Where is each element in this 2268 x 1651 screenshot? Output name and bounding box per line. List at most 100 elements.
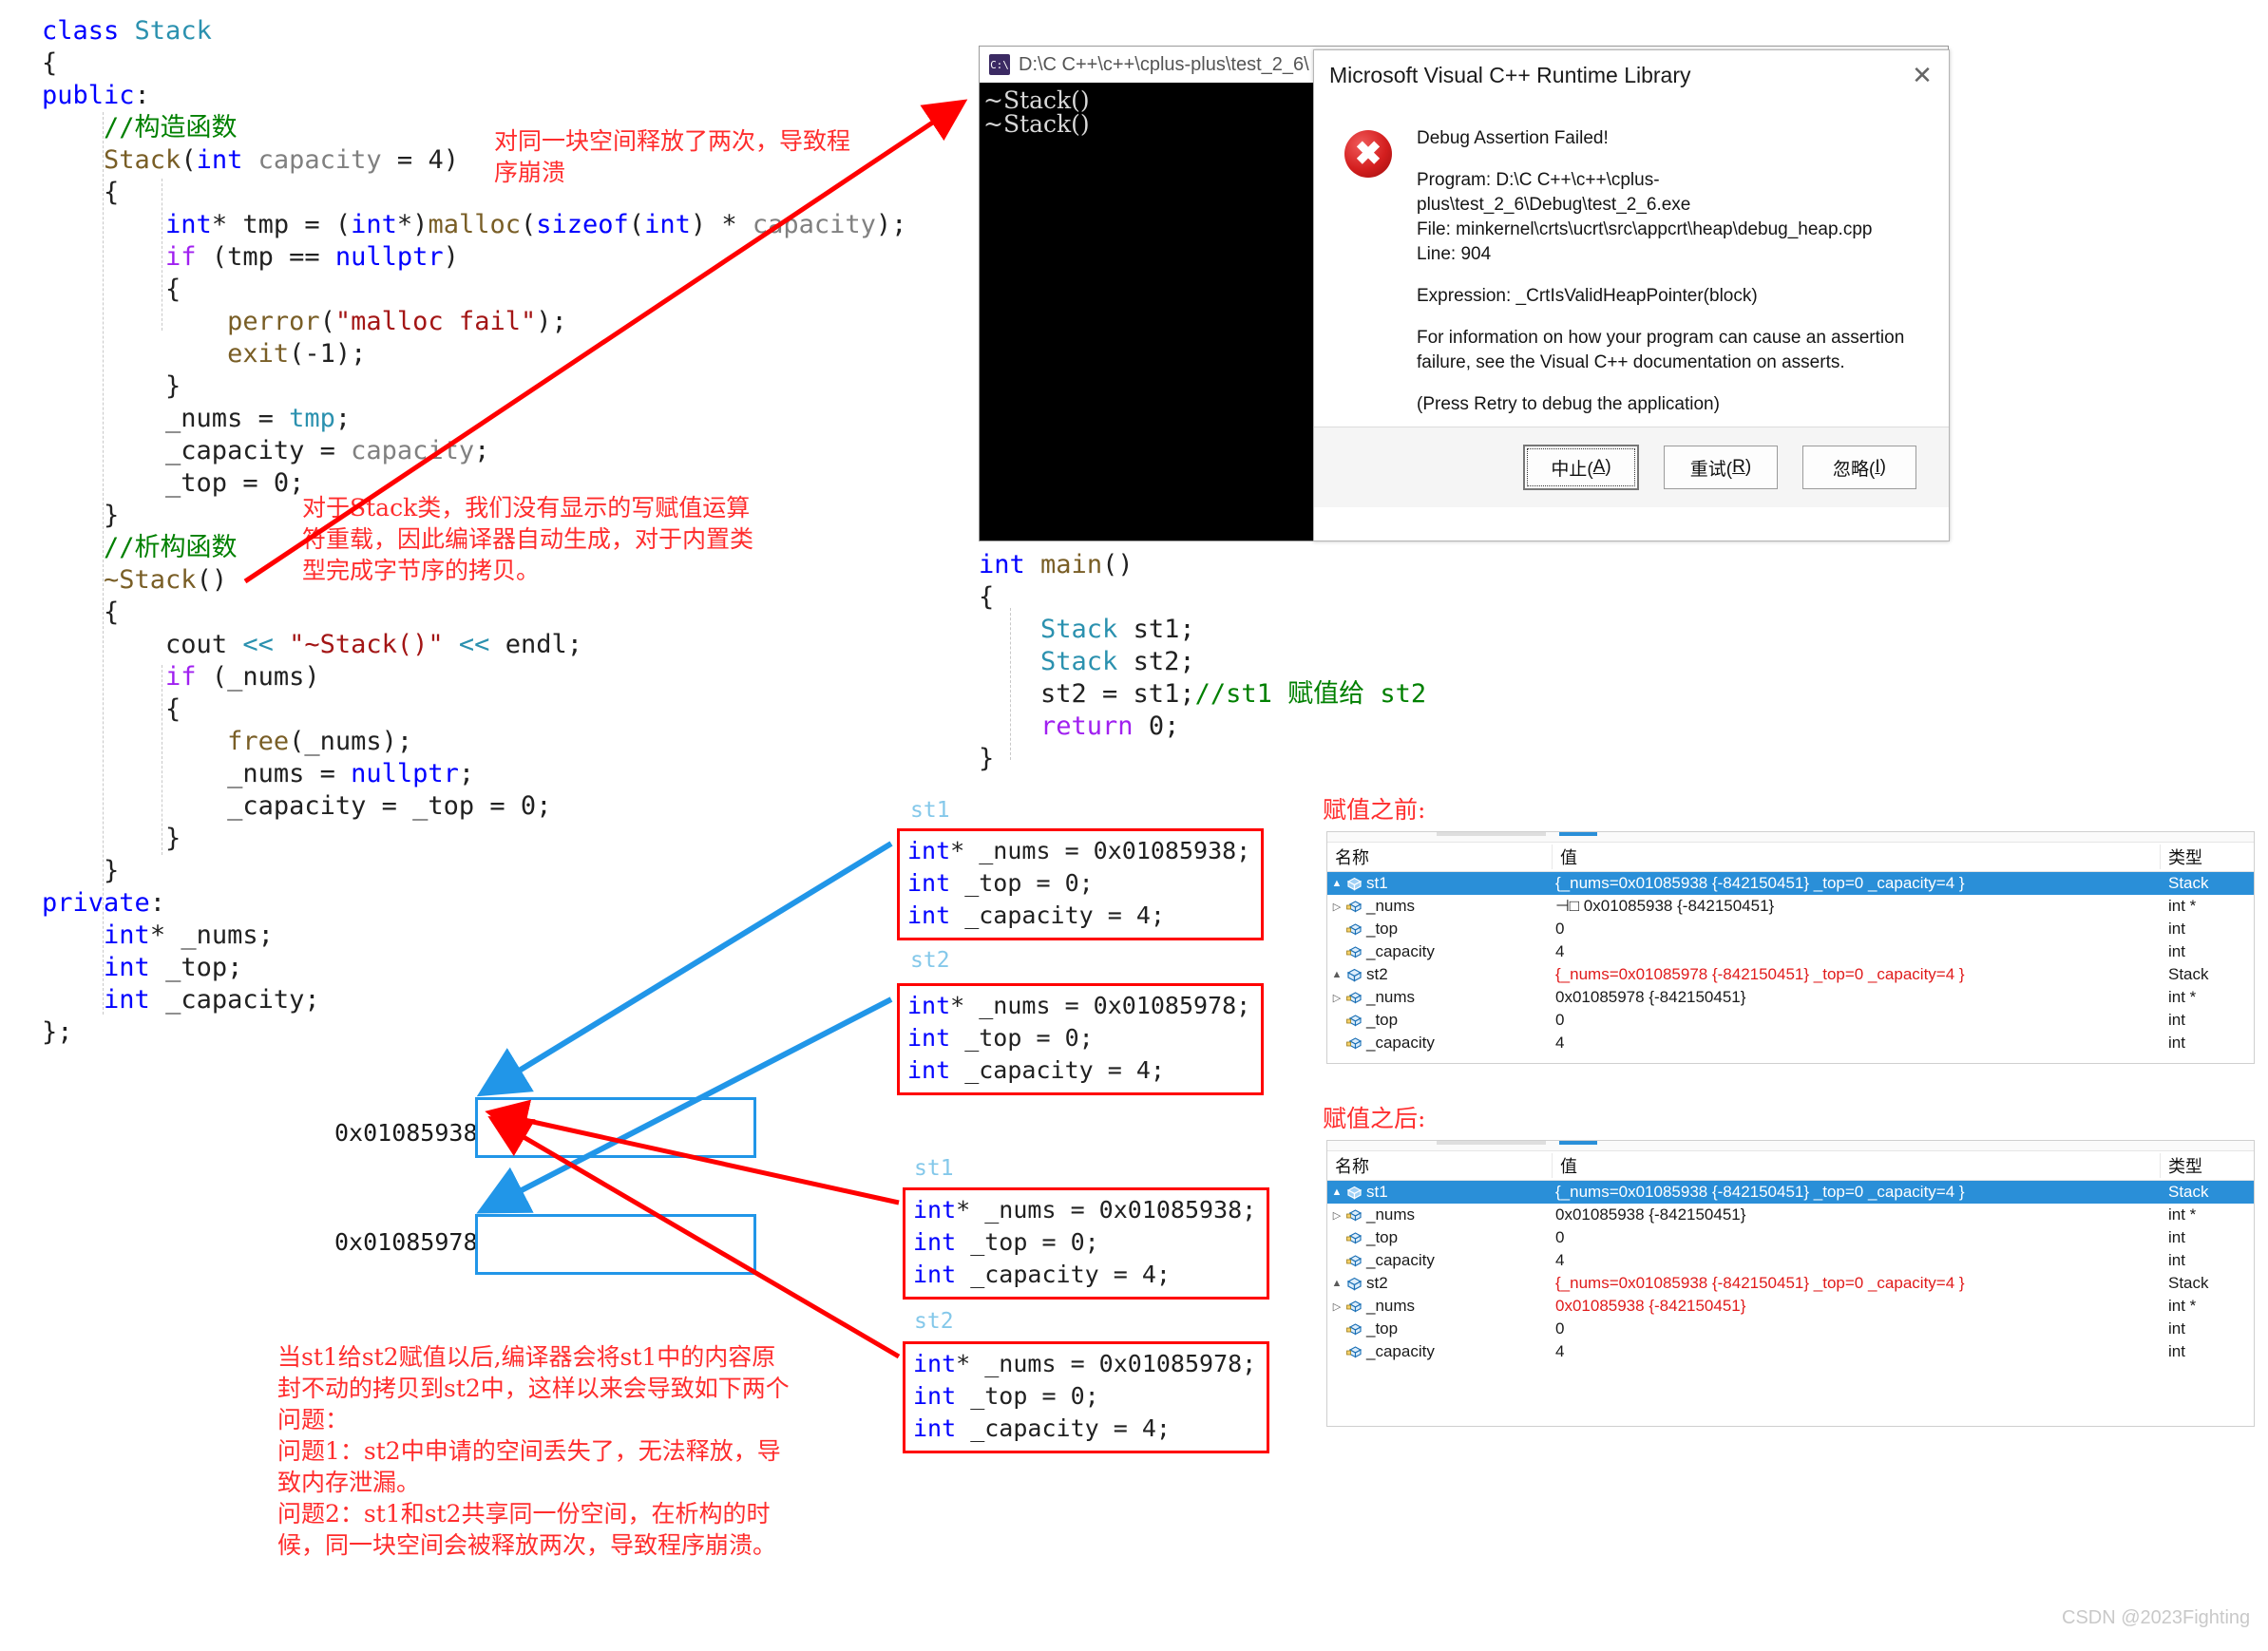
watch-row-value[interactable]: 4 bbox=[1548, 1251, 2168, 1270]
watch-after-caption: 赋值之后: bbox=[1323, 1105, 1426, 1132]
watch-row-value[interactable]: {_nums=0x01085938 {-842150451} _top=0 _c… bbox=[1548, 874, 2168, 893]
code-line: Stack st2; bbox=[1040, 647, 1195, 676]
watch-row[interactable]: _capacity 4 int bbox=[1327, 940, 2254, 963]
abort-button[interactable]: 中止(A) bbox=[1523, 445, 1639, 490]
watch-row[interactable]: _capacity 4 int bbox=[1327, 1032, 2254, 1054]
struct-icon bbox=[1346, 1277, 1363, 1291]
watch-row[interactable]: _top 0 int bbox=[1327, 1009, 2254, 1032]
watch-col-name[interactable]: 名称 bbox=[1327, 844, 1553, 869]
watch-row[interactable]: ▷ _nums ⊣□ 0x01085938 {-842150451} int * bbox=[1327, 895, 2254, 918]
watch-row-name: _capacity bbox=[1366, 1251, 1435, 1269]
code-line: _nums = nullptr; bbox=[42, 759, 475, 788]
watch-row-type: int bbox=[2168, 1228, 2185, 1246]
code-line: int _capacity = 4; bbox=[913, 1414, 1171, 1442]
expander-triangle-icon[interactable]: ▷ bbox=[1331, 901, 1343, 913]
watch-row[interactable]: ▲ st1 {_nums=0x01085938 {-842150451} _top=… bbox=[1327, 1181, 2254, 1204]
code-line: _nums = tmp; bbox=[42, 404, 352, 433]
code-line: int* _nums; bbox=[104, 920, 274, 950]
runtime-error-dialog[interactable]: Microsoft Visual C++ Runtime Library ✕ ✖… bbox=[1313, 49, 1950, 541]
expander-triangle-icon[interactable]: ▲ bbox=[1331, 969, 1343, 980]
watch-col-type[interactable]: 类型 bbox=[2161, 844, 2254, 869]
code-line: } bbox=[979, 744, 995, 773]
watch-row-value[interactable]: 0 bbox=[1548, 1228, 2168, 1247]
watch-window-after[interactable]: 名称 值 类型 ▲ st1 {_nums=0x01085938 {-84215045… bbox=[1326, 1140, 2255, 1427]
watch-row[interactable]: ▷ _nums 0x01085938 {-842150451} int * bbox=[1327, 1204, 2254, 1226]
watch-row[interactable]: ▲ st2 {_nums=0x01085938 {-842150451} _top=… bbox=[1327, 1272, 2254, 1295]
watch-row-type: int bbox=[2168, 920, 2185, 938]
struct-icon bbox=[1346, 1186, 1363, 1200]
watch-row[interactable]: _top 0 int bbox=[1327, 1318, 2254, 1340]
code-line: class Stack bbox=[42, 16, 212, 46]
watch-row-value[interactable]: 4 bbox=[1548, 1034, 2168, 1053]
expander-triangle-icon[interactable]: ▷ bbox=[1331, 1209, 1343, 1222]
expander-triangle-icon[interactable]: ▲ bbox=[1331, 1278, 1343, 1289]
watch-row-value[interactable]: 0x01085978 {-842150451} bbox=[1548, 988, 2168, 1007]
annotation-double-free: 对同一块空间释放了两次，导致程 序崩溃 bbox=[494, 127, 851, 186]
code-line: { bbox=[42, 694, 181, 724]
code-line: int* _nums = 0x01085938; bbox=[913, 1196, 1257, 1224]
watch-before-caption: 赋值之前: bbox=[1323, 796, 1426, 824]
watch-row-type: int * bbox=[2168, 1297, 2197, 1315]
watch-row-value[interactable]: 0x01085938 {-842150451} bbox=[1548, 1297, 2168, 1316]
ignore-button[interactable]: 忽略(I) bbox=[1802, 446, 1916, 489]
watch-col-value[interactable]: 值 bbox=[1553, 844, 2161, 869]
watch-col-name[interactable]: 名称 bbox=[1327, 1153, 1553, 1178]
watch-row-value[interactable]: 4 bbox=[1548, 942, 2168, 961]
watch-row[interactable]: _top 0 int bbox=[1327, 1226, 2254, 1249]
watch-row-name: _top bbox=[1366, 1011, 1399, 1029]
watch-row[interactable]: ▲ st2 {_nums=0x01085978 {-842150451} _top=… bbox=[1327, 963, 2254, 986]
retry-button[interactable]: 重试(R) bbox=[1664, 446, 1778, 489]
watch-row-name: _capacity bbox=[1366, 1034, 1435, 1052]
watch-row-value[interactable]: {_nums=0x01085938 {-842150451} _top=0 _c… bbox=[1548, 1274, 2168, 1293]
watch-row-name: _top bbox=[1366, 920, 1399, 938]
field-icon bbox=[1346, 1036, 1363, 1049]
watch-row-value[interactable]: 0 bbox=[1548, 1011, 2168, 1030]
code-line: _capacity = capacity; bbox=[42, 436, 490, 465]
expander-triangle-icon[interactable]: ▷ bbox=[1331, 992, 1343, 1004]
watch-col-value[interactable]: 值 bbox=[1553, 1153, 2161, 1178]
watch-row[interactable]: ▷ _nums 0x01085938 {-842150451} int * bbox=[1327, 1295, 2254, 1318]
struct-box-label-st1-before: st1 bbox=[910, 798, 950, 823]
watch-row-value[interactable]: 0 bbox=[1548, 1319, 2168, 1338]
watch-tab-strip-after[interactable] bbox=[1327, 1141, 2254, 1151]
watch-col-type[interactable]: 类型 bbox=[2161, 1153, 2254, 1178]
code-line: int _top = 0; bbox=[913, 1228, 1099, 1256]
watch-row-value[interactable]: 0 bbox=[1548, 920, 2168, 939]
dialog-program-line: Program: D:\C C++\c++\cplus-plus\test_2_… bbox=[1417, 170, 1691, 215]
code-line: exit(-1); bbox=[227, 339, 367, 369]
watermark: CSDN @2023Fighting bbox=[2062, 1607, 2251, 1628]
watch-row[interactable]: _capacity 4 int bbox=[1327, 1249, 2254, 1272]
dialog-title-bar[interactable]: Microsoft Visual C++ Runtime Library ✕ bbox=[1314, 50, 1949, 100]
struct-icon bbox=[1346, 877, 1363, 891]
watch-header-after: 名称 值 类型 bbox=[1327, 1151, 2254, 1181]
watch-row[interactable]: _capacity 4 int bbox=[1327, 1340, 2254, 1363]
watch-row-type: int * bbox=[2168, 897, 2197, 915]
watch-row-value[interactable]: {_nums=0x01085938 {-842150451} _top=0 _c… bbox=[1548, 1183, 2168, 1202]
watch-row-value[interactable]: 0x01085938 {-842150451} bbox=[1548, 1205, 2168, 1224]
watch-window-before[interactable]: 名称 值 类型 ▲ st1 {_nums=0x01085938 {-84215045… bbox=[1326, 831, 2255, 1064]
watch-row[interactable]: ▲ st1 {_nums=0x01085938 {-842150451} _top=… bbox=[1327, 872, 2254, 895]
dialog-expression: Expression: _CrtIsValidHeapPointer(block… bbox=[1417, 286, 1758, 306]
watch-row-value[interactable]: {_nums=0x01085978 {-842150451} _top=0 _c… bbox=[1548, 965, 2168, 984]
struct-icon bbox=[1346, 968, 1363, 982]
code-line: int* tmp = (int*)malloc(sizeof(int) * ca… bbox=[165, 210, 907, 239]
watch-row-type: int bbox=[2168, 1342, 2185, 1360]
watch-row-value[interactable]: ⊣□ 0x01085938 {-842150451} bbox=[1548, 897, 2168, 916]
expander-triangle-icon[interactable]: ▷ bbox=[1331, 1300, 1343, 1313]
close-icon[interactable]: ✕ bbox=[1896, 51, 1949, 99]
annotation-problems-list: 当st1给st2赋值以后,编译器会将st1中的内容原 封不动的拷贝到st2中，这… bbox=[277, 1343, 790, 1559]
code-line: Stack st1; bbox=[1040, 615, 1195, 644]
code-line: int* _nums = 0x01085978; bbox=[907, 992, 1251, 1019]
code-line: { bbox=[42, 598, 120, 627]
watch-row[interactable]: _top 0 int bbox=[1327, 918, 2254, 940]
watch-row-value[interactable]: 4 bbox=[1548, 1342, 2168, 1361]
code-line: private: bbox=[42, 888, 166, 918]
code-line: if (_nums) bbox=[165, 662, 320, 692]
field-icon bbox=[1346, 991, 1363, 1003]
expander-triangle-icon[interactable]: ▲ bbox=[1331, 878, 1343, 889]
watch-row-type: int bbox=[2168, 942, 2185, 960]
watch-row[interactable]: ▷ _nums 0x01085978 {-842150451} int * bbox=[1327, 986, 2254, 1009]
expander-triangle-icon[interactable]: ▲ bbox=[1331, 1186, 1343, 1198]
watch-row-name: _top bbox=[1366, 1319, 1399, 1338]
watch-tab-strip-before[interactable] bbox=[1327, 832, 2254, 843]
